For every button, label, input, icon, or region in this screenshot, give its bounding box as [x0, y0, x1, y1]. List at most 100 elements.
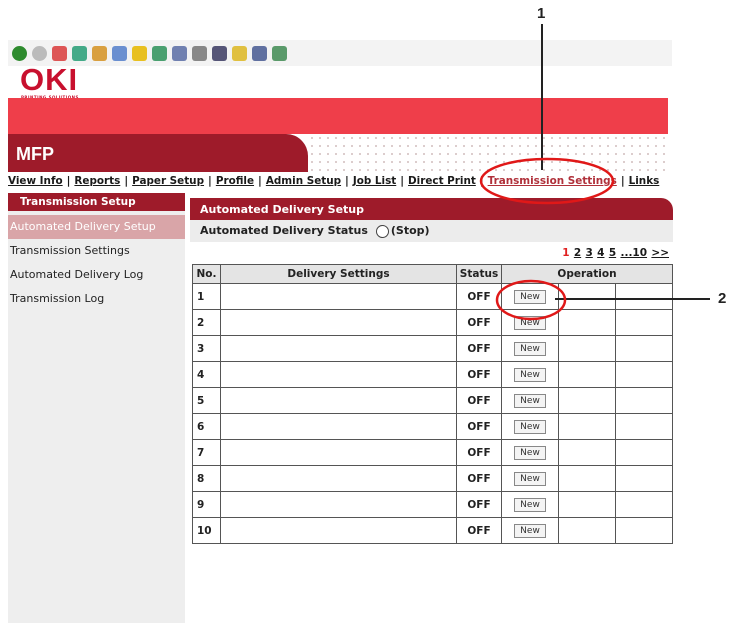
table-row: 5 OFF New — [192, 387, 673, 414]
operation-cell-empty — [558, 335, 616, 362]
sidebar-item-automated-delivery-setup[interactable]: Automated Delivery Setup — [8, 215, 185, 239]
page-link-4[interactable]: 4 — [597, 247, 604, 259]
table-row: 8 OFF New — [192, 465, 673, 492]
nav-transmission-settings[interactable]: Transmission Settings — [488, 175, 617, 187]
status-cell: OFF — [456, 517, 502, 544]
operation-cell: New — [501, 413, 559, 440]
delivery-settings-cell — [220, 517, 457, 544]
header-band — [8, 98, 668, 134]
row-number: 1 — [192, 283, 221, 310]
nav-links[interactable]: Links — [629, 175, 660, 187]
status-label: Automated Delivery Status — [200, 224, 368, 237]
pagination: 1 2 3 4 5 ...10 >> — [190, 242, 673, 264]
nav-separator: | — [620, 175, 625, 187]
operation-cell-empty — [615, 465, 673, 492]
operation-cell-empty — [558, 465, 616, 492]
nav-paper-setup[interactable]: Paper Setup — [132, 175, 204, 187]
sidebar-item-transmission-settings[interactable]: Transmission Settings — [8, 239, 185, 263]
product-label: MFP — [16, 144, 54, 164]
nav-separator: | — [345, 175, 349, 187]
operation-cell-empty — [615, 283, 673, 310]
operation-cell-empty — [558, 361, 616, 388]
operation-cell-empty — [615, 439, 673, 466]
page-link-3[interactable]: 3 — [586, 247, 593, 259]
nav-view-info[interactable]: View Info — [8, 175, 63, 187]
new-button[interactable]: New — [514, 471, 546, 486]
mail-icon[interactable] — [172, 45, 187, 61]
delivery-settings-cell — [220, 439, 457, 466]
nav-separator: | — [479, 175, 484, 187]
status-radio[interactable] — [375, 224, 389, 238]
new-button[interactable]: New — [514, 393, 546, 408]
favorites-icon[interactable] — [132, 45, 147, 61]
oki-logo: OKI — [20, 62, 79, 97]
delivery-settings-cell — [220, 465, 457, 492]
table-row: 10 OFF New — [192, 517, 673, 544]
back-icon[interactable] — [12, 45, 27, 61]
new-button[interactable]: New — [514, 289, 546, 304]
status-cell: OFF — [456, 335, 502, 362]
research-icon[interactable] — [272, 45, 287, 61]
stop-icon[interactable] — [52, 45, 67, 61]
status-row: Automated Delivery Status (Stop) — [190, 220, 673, 242]
nav-profile[interactable]: Profile — [216, 175, 254, 187]
refresh-icon[interactable] — [72, 45, 87, 61]
operation-cell-empty — [558, 283, 616, 310]
discuss-icon[interactable] — [232, 45, 247, 61]
status-cell: OFF — [456, 439, 502, 466]
column-header-operation: Operation — [501, 264, 673, 284]
page-link-1[interactable]: 1 — [562, 247, 569, 259]
table-row: 6 OFF New — [192, 413, 673, 440]
forward-icon[interactable] — [32, 45, 47, 61]
delivery-settings-cell — [220, 309, 457, 336]
operation-cell-empty — [558, 309, 616, 336]
row-number: 7 — [192, 439, 221, 466]
operation-cell-empty — [558, 517, 616, 544]
row-number: 8 — [192, 465, 221, 492]
nav-separator: | — [258, 175, 262, 187]
column-header-status: Status — [456, 264, 502, 284]
delivery-settings-cell — [220, 361, 457, 388]
delivery-settings-cell — [220, 335, 457, 362]
page-link-5[interactable]: 5 — [609, 247, 616, 259]
operation-cell: New — [501, 309, 559, 336]
new-button[interactable]: New — [514, 315, 546, 330]
messenger-icon[interactable] — [252, 45, 267, 61]
home-icon[interactable] — [92, 45, 107, 61]
status-cell: OFF — [456, 361, 502, 388]
operation-cell: New — [501, 283, 559, 310]
page-link-2[interactable]: 2 — [574, 247, 581, 259]
status-cell: OFF — [456, 491, 502, 518]
edit-icon[interactable] — [212, 45, 227, 61]
top-navigation: View Info | Reports | Paper Setup | Prof… — [8, 172, 668, 190]
sidebar-item-transmission-log[interactable]: Transmission Log — [8, 287, 185, 311]
header-pattern — [308, 134, 668, 172]
new-button[interactable]: New — [514, 367, 546, 382]
new-button[interactable]: New — [514, 497, 546, 512]
row-number: 6 — [192, 413, 221, 440]
table-row: 9 OFF New — [192, 491, 673, 518]
nav-job-list[interactable]: Job List — [353, 175, 396, 187]
operation-cell: New — [501, 465, 559, 492]
column-header-no: No. — [192, 264, 221, 284]
new-button[interactable]: New — [514, 523, 546, 538]
search-icon[interactable] — [112, 45, 127, 61]
main-content: Automated Delivery Setup Automated Deliv… — [190, 198, 673, 544]
row-number: 9 — [192, 491, 221, 518]
new-button[interactable]: New — [514, 445, 546, 460]
row-number: 2 — [192, 309, 221, 336]
nav-direct-print[interactable]: Direct Print — [408, 175, 476, 187]
page-link-10[interactable]: ...10 — [620, 247, 647, 259]
history-icon[interactable] — [152, 45, 167, 61]
nav-reports[interactable]: Reports — [74, 175, 120, 187]
print-icon[interactable] — [192, 45, 207, 61]
operation-cell: New — [501, 491, 559, 518]
operation-cell-empty — [615, 335, 673, 362]
sidebar-item-automated-delivery-log[interactable]: Automated Delivery Log — [8, 263, 185, 287]
new-button[interactable]: New — [514, 419, 546, 434]
new-button[interactable]: New — [514, 341, 546, 356]
page-next-link[interactable]: >> — [651, 247, 669, 259]
operation-cell-empty — [558, 491, 616, 518]
nav-admin-setup[interactable]: Admin Setup — [266, 175, 341, 187]
status-cell: OFF — [456, 413, 502, 440]
